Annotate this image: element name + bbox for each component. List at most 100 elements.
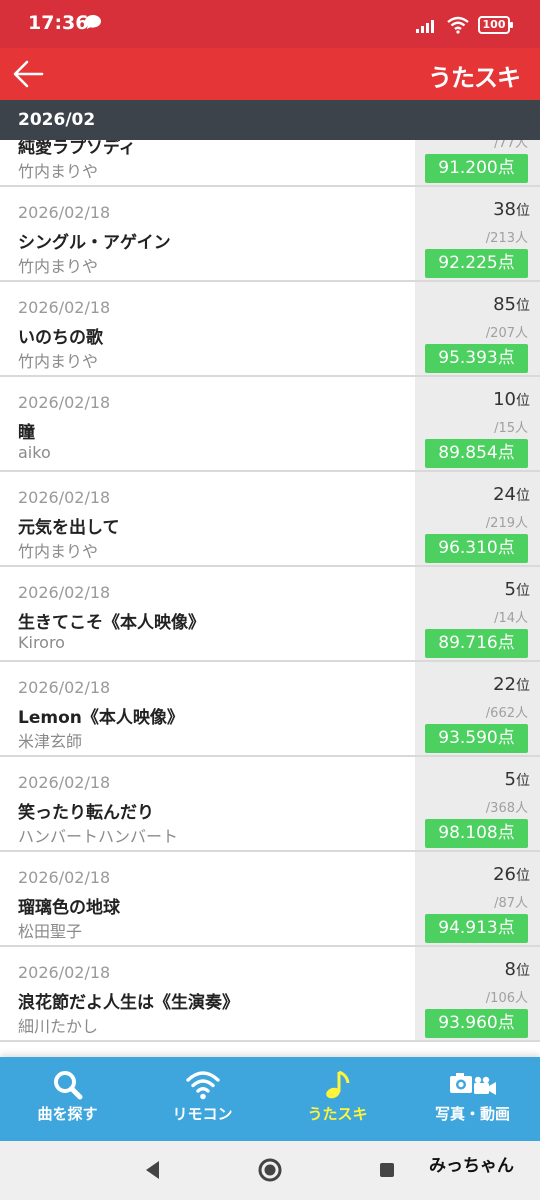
rank-number: 10 bbox=[493, 389, 516, 410]
rank-number: 5 bbox=[504, 769, 516, 790]
record-title: 生きてこそ《本人映像》 bbox=[18, 613, 205, 633]
record-result: 38位/213人 92.225点 bbox=[415, 187, 540, 280]
app-header: うたスキ bbox=[0, 48, 540, 100]
wifi-status-icon bbox=[447, 16, 469, 34]
record-title: いのちの歌 bbox=[18, 328, 103, 348]
record-date: 2026/02/18 bbox=[18, 963, 111, 982]
system-nav: みっちゃん bbox=[0, 1141, 540, 1200]
record-row[interactable]: 2026/02/18 生きてこそ《本人映像》 Kiroro 5位/14人 89.716点 bbox=[0, 567, 540, 662]
record-row[interactable]: 2026/02/18 浪花節だよ人生は《生演奏》 細川たかし 8位/106人 93.96… bbox=[0, 947, 540, 1042]
record-artist: ハンバートハンバート bbox=[18, 827, 179, 846]
record-artist: 竹内まりや bbox=[18, 352, 99, 371]
record-info: 2026/02/18 笑ったり転んだり ハンバートハンバート bbox=[18, 757, 410, 850]
record-artist: Kiroro bbox=[18, 633, 65, 652]
music-note-icon bbox=[325, 1070, 349, 1099]
record-info: 2026/02/18 生きてこそ《本人映像》 Kiroro bbox=[18, 567, 410, 660]
record-score-badge: 91.200点 bbox=[425, 154, 528, 183]
rank-number: 5 bbox=[504, 579, 516, 600]
record-info: 2026/02/18 元気を出して 竹内まりや bbox=[18, 472, 410, 565]
record-rank: 10位 bbox=[493, 389, 530, 410]
rank-unit: 位 bbox=[516, 678, 530, 694]
record-participants: /219人 bbox=[485, 516, 528, 531]
record-participants: /213人 bbox=[485, 231, 528, 246]
record-participants: /368人 bbox=[485, 801, 528, 816]
record-row[interactable]: 2026/02/18 シングル・アゲイン 竹内まりや 38位/213人 92.225点 bbox=[0, 187, 540, 282]
record-score-badge: 94.913点 bbox=[425, 914, 528, 943]
rank-unit: 位 bbox=[516, 298, 530, 314]
record-score-badge: 89.854点 bbox=[425, 439, 528, 468]
record-score-badge: 92.225点 bbox=[425, 249, 528, 278]
record-info: 2026/02/18純愛ラプソディ竹内まりや bbox=[18, 140, 410, 185]
rank-number: 26 bbox=[493, 864, 516, 885]
nav-photo-video[interactable]: 写真・動画 bbox=[405, 1057, 540, 1141]
record-title: 浪花節だよ人生は《生演奏》 bbox=[18, 993, 239, 1013]
record-rank: 38位 bbox=[493, 199, 530, 220]
chat-icon bbox=[85, 15, 101, 29]
nav-photo-video-label: 写真・動画 bbox=[434, 1105, 510, 1123]
status-bar: 17:36 100 bbox=[0, 0, 540, 48]
record-row[interactable]: 2026/02/18純愛ラプソディ竹内まりや23位/77人91.200点 bbox=[0, 140, 540, 187]
record-info: 2026/02/18 いのちの歌 竹内まりや bbox=[18, 282, 410, 375]
record-rank: 24位 bbox=[493, 484, 530, 505]
brand-logo: うたスキ bbox=[428, 64, 521, 92]
record-rank: 26位 bbox=[493, 864, 530, 885]
record-rank: 22位 bbox=[493, 674, 530, 695]
record-row[interactable]: 2026/02/18 笑ったり転んだり ハンバートハンバート 5位/368人 98.10… bbox=[0, 757, 540, 852]
rank-unit: 位 bbox=[516, 963, 530, 979]
rank-unit: 位 bbox=[516, 203, 530, 219]
record-title: 瑠璃色の地球 bbox=[18, 898, 120, 918]
record-row[interactable]: 2026/02/18 元気を出して 竹内まりや 24位/219人 96.310点 bbox=[0, 472, 540, 567]
record-info: 2026/02/18 浪花節だよ人生は《生演奏》 細川たかし bbox=[18, 947, 410, 1040]
record-list[interactable]: 2026/02/18純愛ラプソディ竹内まりや23位/77人91.200点2026… bbox=[0, 140, 540, 1057]
rank-unit: 位 bbox=[516, 583, 530, 599]
nav-search[interactable]: 曲を探す bbox=[0, 1057, 135, 1141]
nav-utasuki-label: うたスキ bbox=[307, 1105, 368, 1123]
record-participants: /106人 bbox=[485, 991, 528, 1006]
record-row[interactable]: 2026/02/18 瞳 aiko 10位/15人 89.854点 bbox=[0, 377, 540, 472]
rank-number: 85 bbox=[493, 294, 516, 315]
record-artist: 米津玄師 bbox=[18, 732, 83, 751]
record-result: 5位/14人 89.716点 bbox=[415, 567, 540, 660]
record-date: 2026/02/18 bbox=[18, 678, 111, 697]
system-home-icon[interactable] bbox=[255, 1155, 285, 1185]
record-title: シングル・アゲイン bbox=[18, 233, 171, 253]
rank-number: 8 bbox=[504, 959, 516, 980]
system-recents-icon[interactable] bbox=[372, 1155, 402, 1185]
record-date: 2026/02/18 bbox=[18, 868, 111, 887]
record-row[interactable]: 2026/02/18 Lemon《本人映像》 米津玄師 22位/662人 93.590点 bbox=[0, 662, 540, 757]
record-result: 85位/207人 95.393点 bbox=[415, 282, 540, 375]
battery-icon: 100 bbox=[478, 16, 513, 34]
nav-remote-label: リモコン bbox=[172, 1105, 233, 1123]
nav-utasuki[interactable]: うたスキ bbox=[270, 1057, 405, 1141]
record-title: 笑ったり転んだり bbox=[18, 803, 154, 823]
record-rank: 8位 bbox=[505, 959, 530, 980]
record-result: 8位/106人 93.960点 bbox=[415, 947, 540, 1040]
record-artist: 竹内まりや bbox=[18, 257, 99, 276]
record-row[interactable]: 2026/02/18 瑠璃色の地球 松田聖子 26位/87人 94.913点 bbox=[0, 852, 540, 947]
search-icon bbox=[53, 1071, 82, 1100]
record-score-badge: 89.716点 bbox=[425, 629, 528, 658]
record-result: 10位/15人 89.854点 bbox=[415, 377, 540, 470]
record-result: 5位/368人 98.108点 bbox=[415, 757, 540, 850]
back-arrow-icon[interactable] bbox=[8, 52, 52, 96]
record-score-badge: 98.108点 bbox=[425, 819, 528, 848]
record-participants: /207人 bbox=[485, 326, 528, 341]
record-date: 2026/02/18 bbox=[18, 488, 111, 507]
record-date: 2026/02/18 bbox=[18, 203, 111, 222]
record-participants: /662人 bbox=[485, 706, 528, 721]
signal-icon bbox=[416, 20, 434, 33]
record-date: 2026/02/18 bbox=[18, 393, 111, 412]
record-artist: 細川たかし bbox=[18, 1017, 99, 1036]
nav-remote[interactable]: リモコン bbox=[135, 1057, 270, 1141]
system-back-icon[interactable] bbox=[138, 1155, 168, 1185]
record-participants: /87人 bbox=[494, 896, 528, 911]
rank-number: 22 bbox=[493, 674, 516, 695]
record-rank: 5位 bbox=[505, 769, 530, 790]
record-score-badge: 93.960点 bbox=[425, 1009, 528, 1038]
record-row[interactable]: 2026/02/18 いのちの歌 竹内まりや 85位/207人 95.393点 bbox=[0, 282, 540, 377]
record-score-badge: 96.310点 bbox=[425, 534, 528, 563]
wifi-icon bbox=[185, 1071, 220, 1100]
user-name: みっちゃん bbox=[429, 1156, 514, 1176]
record-participants: /15人 bbox=[494, 421, 528, 436]
record-artist: 竹内まりや bbox=[18, 542, 99, 561]
